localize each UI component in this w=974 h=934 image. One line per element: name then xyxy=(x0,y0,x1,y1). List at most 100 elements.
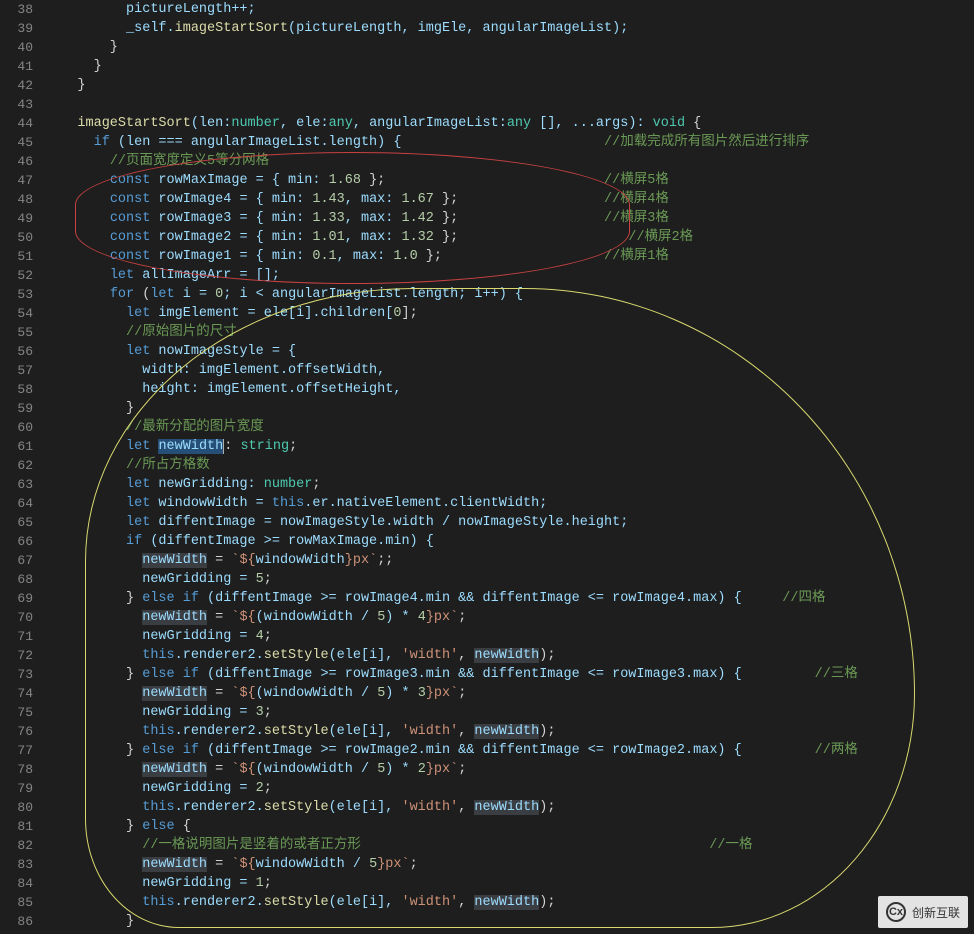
line-number: 72 xyxy=(0,646,33,665)
line-number: 38 xyxy=(0,0,33,19)
line-number: 49 xyxy=(0,209,33,228)
line-number: 45 xyxy=(0,133,33,152)
line-number: 55 xyxy=(0,323,33,342)
code-line[interactable]: } xyxy=(45,38,974,57)
line-number: 62 xyxy=(0,456,33,475)
code-line[interactable]: width: imgElement.offsetWidth, xyxy=(45,361,974,380)
code-line[interactable]: } xyxy=(45,399,974,418)
line-number: 81 xyxy=(0,817,33,836)
line-number: 77 xyxy=(0,741,33,760)
line-number: 48 xyxy=(0,190,33,209)
code-line[interactable]: newGridding = 3; xyxy=(45,703,974,722)
code-line[interactable]: let nowImageStyle = { xyxy=(45,342,974,361)
watermark-text: 创新互联 xyxy=(912,904,960,921)
line-number: 67 xyxy=(0,551,33,570)
code-line[interactable]: newGridding = 1; xyxy=(45,874,974,893)
line-number: 43 xyxy=(0,95,33,114)
code-line[interactable]: //原始图片的尺寸 xyxy=(45,323,974,342)
code-line[interactable]: newGridding = 2; xyxy=(45,779,974,798)
code-area[interactable]: pictureLength++; _self.imageStartSort(pi… xyxy=(45,0,974,934)
line-number: 73 xyxy=(0,665,33,684)
line-number: 46 xyxy=(0,152,33,171)
line-number: 51 xyxy=(0,247,33,266)
code-line[interactable]: let imgElement = ele[i].children[0]; xyxy=(45,304,974,323)
code-line[interactable]: } else if (diffentImage >= rowImage4.min… xyxy=(45,589,974,608)
code-line[interactable]: this.renderer2.setStyle(ele[i], 'width',… xyxy=(45,893,974,912)
code-line[interactable]: } xyxy=(45,76,974,95)
line-number: 61 xyxy=(0,437,33,456)
line-number: 71 xyxy=(0,627,33,646)
code-line[interactable]: const rowImage3 = { min: 1.33, max: 1.42… xyxy=(45,209,974,228)
code-line[interactable]: } else { xyxy=(45,817,974,836)
line-number-gutter: 3839404142434445464748495051525354555657… xyxy=(0,0,45,934)
code-line[interactable]: height: imgElement.offsetHeight, xyxy=(45,380,974,399)
line-number: 47 xyxy=(0,171,33,190)
code-line[interactable]: let diffentImage = nowImageStyle.width /… xyxy=(45,513,974,532)
code-line[interactable]: } else if (diffentImage >= rowImage3.min… xyxy=(45,665,974,684)
code-line[interactable]: newGridding = 4; xyxy=(45,627,974,646)
code-line[interactable]: let newGridding: number; xyxy=(45,475,974,494)
line-number: 78 xyxy=(0,760,33,779)
line-number: 66 xyxy=(0,532,33,551)
line-number: 65 xyxy=(0,513,33,532)
line-number: 76 xyxy=(0,722,33,741)
code-line[interactable]: const rowImage1 = { min: 0.1, max: 1.0 }… xyxy=(45,247,974,266)
code-line[interactable]: pictureLength++; xyxy=(45,0,974,19)
line-number: 69 xyxy=(0,589,33,608)
line-number: 83 xyxy=(0,855,33,874)
code-line[interactable]: if (len === angularImageList.length) { /… xyxy=(45,133,974,152)
code-line[interactable]: newWidth = `${windowWidth / 5}px`; xyxy=(45,855,974,874)
code-line[interactable]: let allImageArr = []; xyxy=(45,266,974,285)
code-line[interactable]: const rowImage2 = { min: 1.01, max: 1.32… xyxy=(45,228,974,247)
line-number: 57 xyxy=(0,361,33,380)
watermark-logo-icon: Cx xyxy=(886,902,906,922)
watermark: Cx 创新互联 xyxy=(878,896,968,928)
code-line[interactable]: } xyxy=(45,912,974,931)
line-number: 50 xyxy=(0,228,33,247)
line-number: 40 xyxy=(0,38,33,57)
line-number: 74 xyxy=(0,684,33,703)
line-number: 58 xyxy=(0,380,33,399)
code-line[interactable]: if (diffentImage >= rowMaxImage.min) { xyxy=(45,532,974,551)
code-line[interactable]: const rowImage4 = { min: 1.43, max: 1.67… xyxy=(45,190,974,209)
line-number: 79 xyxy=(0,779,33,798)
code-line[interactable]: //一格说明图片是竖着的或者正方形 //一格 xyxy=(45,836,974,855)
line-number: 54 xyxy=(0,304,33,323)
code-line[interactable] xyxy=(45,95,974,114)
code-line[interactable]: this.renderer2.setStyle(ele[i], 'width',… xyxy=(45,646,974,665)
line-number: 82 xyxy=(0,836,33,855)
line-number: 70 xyxy=(0,608,33,627)
code-line[interactable]: } xyxy=(45,57,974,76)
line-number: 84 xyxy=(0,874,33,893)
code-line[interactable]: newWidth = `${(windowWidth / 5) * 2}px`; xyxy=(45,760,974,779)
code-line[interactable]: this.renderer2.setStyle(ele[i], 'width',… xyxy=(45,798,974,817)
code-line[interactable]: } else if (diffentImage >= rowImage2.min… xyxy=(45,741,974,760)
code-text: pictureLength++; xyxy=(45,2,256,17)
selection: newWidth xyxy=(158,439,223,454)
code-line[interactable]: let windowWidth = this.er.nativeElement.… xyxy=(45,494,974,513)
line-number: 52 xyxy=(0,266,33,285)
code-line[interactable]: for (let i = 0; i < angularImageList.len… xyxy=(45,285,974,304)
code-editor[interactable]: 3839404142434445464748495051525354555657… xyxy=(0,0,974,934)
line-number: 44 xyxy=(0,114,33,133)
code-line[interactable]: newWidth = `${(windowWidth / 5) * 4}px`; xyxy=(45,608,974,627)
code-line[interactable]: //所占方格数 xyxy=(45,456,974,475)
code-line[interactable]: let newWidth: string; xyxy=(45,437,974,456)
line-number: 85 xyxy=(0,893,33,912)
code-line[interactable]: this.renderer2.setStyle(ele[i], 'width',… xyxy=(45,722,974,741)
code-line[interactable]: newWidth = `${(windowWidth / 5) * 3}px`; xyxy=(45,684,974,703)
line-number: 86 xyxy=(0,912,33,931)
code-line[interactable]: newWidth = `${windowWidth}px`;; xyxy=(45,551,974,570)
code-line[interactable]: //页面宽度定义5等分网格 xyxy=(45,152,974,171)
line-number: 68 xyxy=(0,570,33,589)
line-number: 41 xyxy=(0,57,33,76)
code-line[interactable]: //最新分配的图片宽度 xyxy=(45,418,974,437)
line-number: 56 xyxy=(0,342,33,361)
line-number: 53 xyxy=(0,285,33,304)
line-number: 60 xyxy=(0,418,33,437)
code-line[interactable]: _self.imageStartSort(pictureLength, imgE… xyxy=(45,19,974,38)
code-line[interactable]: newGridding = 5; xyxy=(45,570,974,589)
code-line[interactable]: imageStartSort(len:number, ele:any, angu… xyxy=(45,114,974,133)
code-line[interactable]: const rowMaxImage = { min: 1.68 }; //横屏5… xyxy=(45,171,974,190)
line-number: 80 xyxy=(0,798,33,817)
